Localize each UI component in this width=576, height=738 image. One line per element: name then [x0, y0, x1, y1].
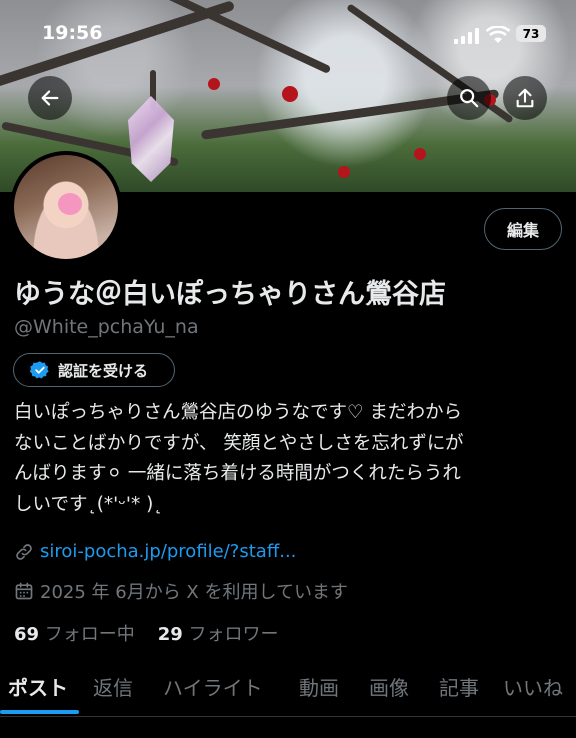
active-tab-indicator	[0, 710, 79, 714]
tab-highlights[interactable]: ハイライト	[163, 672, 263, 701]
follow-counts: 69 フォロー中 29 フォロワー	[14, 620, 278, 646]
joined-row: 2025 年 6月から X を利用しています	[14, 578, 348, 604]
back-button[interactable]	[28, 76, 72, 120]
bio-line: んばります⚪︎ 一緒に落ち着ける時間がつくれたらうれ	[14, 463, 461, 484]
user-handle: @White_pchaYu_na	[14, 316, 199, 338]
wifi-icon	[486, 26, 510, 43]
tab-images[interactable]: 画像	[369, 672, 409, 701]
followers-count: 29	[157, 624, 183, 645]
tab-videos[interactable]: 動画	[299, 672, 339, 701]
tab-likes[interactable]: いいね	[503, 672, 563, 701]
profile-bio: 白いぽっちゃりさん鶯谷店のゆうなです♡ まだわから ないことばかりですが、 笑顔…	[14, 398, 570, 520]
following-link[interactable]: 69 フォロー中	[14, 624, 135, 645]
display-name: ゆうな＠白いぽっちゃりさん鶯谷店	[14, 279, 446, 310]
profile-link[interactable]: siroi-pocha.jp/profile/?staff...	[40, 541, 296, 562]
bio-line: 白いぽっちゃりさん鶯谷店のゆうなです♡ まだわから	[14, 402, 462, 423]
tab-replies[interactable]: 返信	[93, 672, 133, 701]
share-button[interactable]	[503, 76, 547, 120]
avatar[interactable]	[10, 151, 122, 263]
verify-label: 認証を受ける	[58, 361, 149, 380]
back-arrow-icon	[41, 90, 59, 106]
search-icon	[460, 89, 479, 108]
link-icon	[16, 543, 32, 560]
joined-date: 2025 年 6月から X を利用しています	[40, 582, 348, 603]
get-verified-button[interactable]: 認証を受ける	[13, 353, 175, 387]
pig-sticker	[58, 193, 82, 215]
search-button[interactable]	[447, 76, 491, 120]
signal-icon	[454, 28, 479, 44]
battery-icon: 73	[516, 25, 546, 42]
verified-badge-icon	[30, 361, 49, 379]
bio-line: しいです˛(*'ᵕ'* )˛	[14, 493, 163, 515]
profile-tabs: ポスト 返信 ハイライト 動画 画像 記事 いいね	[0, 664, 576, 717]
battery-level: 73	[522, 26, 540, 41]
status-bar: 19:56 73	[0, 0, 576, 60]
profile-link-row: siroi-pocha.jp/profile/?staff...	[14, 541, 296, 562]
followers-label: フォロワー	[188, 624, 279, 645]
status-time: 19:56	[42, 22, 103, 44]
share-icon	[516, 88, 534, 108]
crystal-ornament	[128, 96, 174, 182]
followers-link[interactable]: 29 フォロワー	[158, 624, 279, 645]
calendar-icon	[15, 582, 33, 600]
tab-articles[interactable]: 記事	[439, 672, 479, 701]
bio-line: ないことばかりですが、 笑顔とやさしさを忘れずにが	[14, 432, 464, 454]
tab-posts[interactable]: ポスト	[8, 672, 68, 701]
following-label: フォロー中	[44, 624, 135, 645]
following-count: 69	[14, 624, 40, 645]
edit-profile-button[interactable]: 編集	[484, 208, 562, 250]
